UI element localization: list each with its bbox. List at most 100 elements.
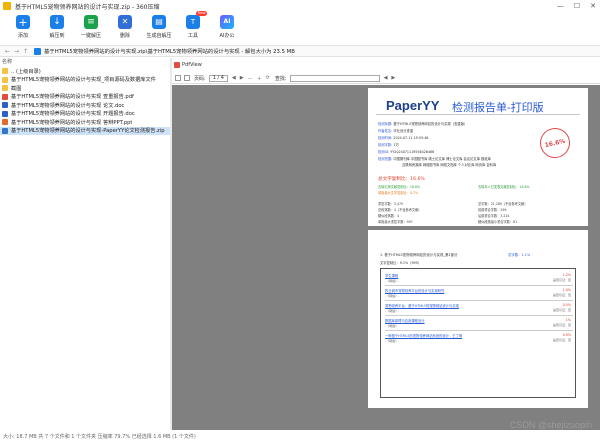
- extract-to-button-label: 解压到: [49, 33, 65, 39]
- page-label: 页码:: [194, 75, 206, 82]
- main-toolbar: 添加 解压到 一键解压 删除 生成自解压 New 工具 AI办公: [0, 11, 600, 45]
- find-input[interactable]: [289, 74, 380, 82]
- match-percent: 1%: [565, 318, 571, 322]
- section-rate: 总字数：1.1%: [508, 253, 531, 257]
- new-badge: New: [196, 11, 207, 16]
- title-bar: 基于HTML5宠物领养网站的设计与实现.zip - 360压缩 — ☐ ✕: [0, 0, 600, 12]
- pdf-page-1: PaperYY 检测报告单-打印版 检测标题: 基于HTML5宠物领养网站的设计…: [368, 88, 588, 226]
- pdf-viewer: PdfView 页码: 1 / 4 ◀ ▶ － ＋ ⟳ 查找: ◀ ▶ Pape…: [172, 58, 600, 430]
- stats-left: 总段落数：4（不含参考文献）: [378, 208, 422, 212]
- pdf-tab-icon: [174, 62, 180, 68]
- back-arrow-icon[interactable]: ←: [5, 48, 10, 55]
- match-source: -《网络》-: [385, 309, 400, 313]
- meta-row: 作者姓名: 毕业设计查重: [378, 129, 414, 133]
- match-source: -《网络》-: [385, 294, 400, 298]
- folder-icon: [2, 76, 8, 83]
- extract-to-button[interactable]: 解压到: [40, 12, 74, 39]
- one-click-extract-button[interactable]: 一键解压: [74, 12, 108, 39]
- one-click-extract-icon: [84, 15, 98, 29]
- match-citation: 是否引证：否: [552, 278, 571, 282]
- match-citation: 是否引证：否: [552, 338, 571, 342]
- file-row-parent[interactable]: .. (上级目录): [0, 67, 170, 76]
- match-percent: 0.9%: [562, 333, 571, 337]
- paperyy-logo: PaperYY: [386, 98, 440, 113]
- pdf-page-2: 1. 基于HTML5宠物领养网站的设计与实现_第1部分 总字数：1.1% 文字复…: [368, 230, 588, 408]
- pdf-file-icon: [2, 93, 8, 100]
- pdfview-tab[interactable]: PdfView: [172, 61, 202, 69]
- file-row-defense-ppt[interactable]: 基于HTML5宠物领养网站的设计与实现 答辩PPT.ppt: [0, 118, 170, 127]
- file-row-screenshots[interactable]: 截图: [0, 84, 170, 93]
- ai-icon: [220, 15, 234, 29]
- name-column-header[interactable]: 名称: [0, 58, 170, 67]
- total-similarity: 总文字复制比：16.6%: [378, 177, 425, 182]
- window-controls: — ☐ ✕: [557, 0, 596, 12]
- match-percent: 1.2%: [562, 273, 571, 277]
- status-bar: 大小: 18.7 MB 共 7 个文件和 1 个文件夹 压缩率 79.7% 已经…: [0, 430, 600, 442]
- word-file-icon: [2, 110, 8, 117]
- sim-line-right: 去除本人已发表文献复制比：16.6%: [478, 185, 530, 189]
- next-page-icon[interactable]: ▶: [240, 75, 244, 81]
- pdf-toolbar: 页码: 1 / 4 ◀ ▶ － ＋ ⟳ 查找: ◀ ▶: [172, 73, 600, 84]
- match-title[interactable]: 宠物领养平台、基于HTML5的宠物网站设计与实现: [385, 303, 573, 308]
- file-row-source-folder[interactable]: 基于HTML5宠物领养网站的设计与实现_项目源码及数据库文件: [0, 76, 170, 85]
- tools-button-label: 工具: [187, 33, 198, 39]
- minimize-icon[interactable]: —: [557, 2, 564, 10]
- ai-office-button[interactable]: AI办公: [210, 12, 244, 39]
- pdf-canvas[interactable]: PaperYY 检测报告单-打印版 检测标题: 基于HTML5宠物领养网站的设计…: [172, 85, 600, 430]
- delete-button[interactable]: 删除: [108, 12, 142, 39]
- word-file-icon: [2, 102, 8, 109]
- file-name: 基于HTML5宠物领养网站的设计与实现_项目源码及数据库文件: [11, 77, 156, 84]
- archive-path[interactable]: 基于HTML5宠物领养网站的设计与实现.zip\基于HTML5宠物领养网站的设计…: [44, 47, 295, 55]
- folder-icon: [2, 85, 8, 92]
- stats-left: 单篇最大重复字数：997: [378, 220, 413, 224]
- header-divider: [376, 114, 580, 115]
- self-extract-icon: [152, 15, 166, 29]
- zoom-in-icon[interactable]: ＋: [257, 75, 262, 82]
- find-prev-icon[interactable]: ◀: [384, 75, 388, 81]
- file-row-thesis-doc[interactable]: 基于HTML5宠物领养网站的设计与实现 论文.doc: [0, 101, 170, 110]
- add-button-label: 添加: [17, 33, 28, 39]
- ai-office-label: AI办公: [219, 33, 235, 39]
- page-number-field[interactable]: 1 / 4: [208, 74, 228, 82]
- sim-line-left: 去除引用文献复制比：16.6%: [378, 185, 421, 189]
- self-extract-label: 生成自解压: [146, 33, 172, 39]
- match-citation: 是否引证：否: [552, 293, 571, 297]
- prev-page-icon[interactable]: ◀: [232, 75, 236, 81]
- path-bar: ← → ↑ 基于HTML5宠物领养网站的设计与实现.zip\基于HTML5宠物领…: [0, 45, 600, 57]
- meta-row: 检测字数: 1万: [378, 143, 399, 147]
- add-button[interactable]: 添加: [6, 12, 40, 39]
- stats-right: 疑似段落最小重合字数：81: [478, 220, 518, 224]
- meta-row: 检测ID: YY2024071119556426466: [378, 150, 435, 154]
- zoom-out-icon[interactable]: －: [248, 75, 253, 82]
- find-next-icon[interactable]: ▶: [391, 75, 395, 81]
- delete-button-label: 删除: [119, 33, 130, 39]
- window-title: 基于HTML5宠物领养网站的设计与实现.zip - 360压缩: [15, 3, 160, 11]
- stats-right: 总字数：21,289（不含参考文献）: [478, 202, 528, 206]
- tools-button[interactable]: New 工具: [176, 11, 210, 39]
- forward-arrow-icon[interactable]: →: [14, 48, 19, 55]
- match-title[interactable]: 学生课程: [385, 273, 573, 278]
- match-percent: 0.5%: [562, 303, 571, 307]
- find-label: 查找:: [274, 75, 287, 82]
- sim-line-left: 单篇最大文字复制比：4.7%: [378, 191, 418, 195]
- match-title[interactable]: 一种基于HTML5的宠物领养网站系统的设计 - 王丁明: [385, 333, 573, 338]
- close-icon[interactable]: ✕: [590, 2, 596, 10]
- file-row-report-pdf[interactable]: 基于HTML5宠物领养网站的设计与实现 查重报告.pdf: [0, 93, 170, 102]
- file-row-proposal-doc[interactable]: 基于HTML5宠物领养网站的设计与实现 开题报告.doc: [0, 110, 170, 119]
- fit-page-icon[interactable]: [184, 75, 190, 81]
- match-source: -《网络》-: [385, 339, 400, 343]
- match-percent: 1.0%: [562, 288, 571, 292]
- file-row-paperyy-zip[interactable]: 基于HTML5宠物领养网站的设计与实现-PaperYY论文检测报告.zip: [0, 126, 170, 135]
- self-extract-button[interactable]: 生成自解压: [142, 12, 176, 39]
- section-heading: 1. 基于HTML5宠物领养网站的设计与实现_第1部分: [380, 253, 458, 257]
- delete-icon: [118, 15, 132, 29]
- up-arrow-icon[interactable]: ↑: [23, 48, 28, 55]
- sidebar-toggle-icon[interactable]: [175, 75, 181, 81]
- rotate-icon[interactable]: ⟳: [266, 75, 270, 81]
- match-title[interactable]: 数据库原理与应用课程设计: [385, 318, 573, 323]
- match-title[interactable]: 牧业城市宠物领养平台的设计与实现研究: [385, 288, 573, 293]
- file-name: 基于HTML5宠物领养网站的设计与实现 答辩PPT.ppt: [11, 119, 133, 126]
- add-icon: [16, 15, 30, 29]
- stats-left: 疑似段落数：4: [378, 214, 400, 218]
- maximize-icon[interactable]: ☐: [574, 2, 580, 10]
